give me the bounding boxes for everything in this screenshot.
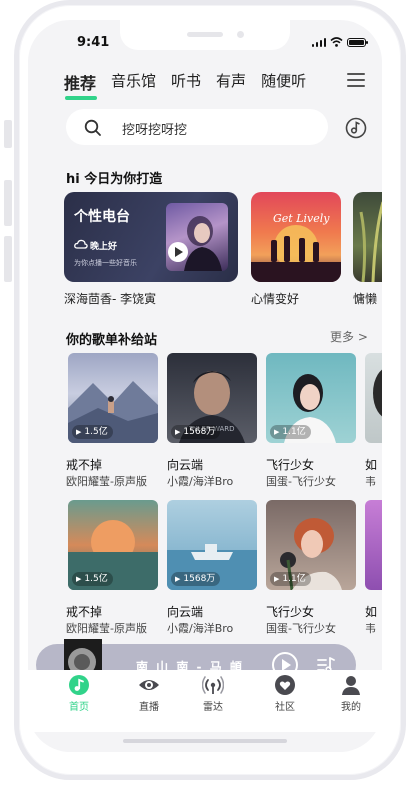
- tabs-fade: [318, 70, 338, 94]
- play-count-badge: 1.5亿: [72, 572, 113, 586]
- playlist-cover[interactable]: [365, 500, 382, 590]
- lazy-cover-image: [359, 201, 382, 282]
- tab-random[interactable]: 随便听: [261, 70, 306, 104]
- nav-label: 雷达: [203, 702, 223, 713]
- radar-icon: [202, 676, 224, 694]
- nav-label: 我的: [341, 702, 361, 713]
- radio-title: 个性电台: [74, 209, 130, 225]
- status-bar: 9:41: [28, 20, 382, 64]
- menu-icon[interactable]: [347, 73, 365, 89]
- heart-icon: [275, 675, 295, 695]
- playlist-cover[interactable]: 1.1亿: [266, 500, 356, 590]
- bottom-nav: 首页 直播 雷达 社区 我的: [28, 670, 382, 732]
- tab-music-hall[interactable]: 音乐馆: [111, 70, 156, 104]
- tab-audiobooks[interactable]: 听书: [171, 70, 201, 104]
- radio-greeting: 晚上好: [90, 242, 118, 252]
- song-title[interactable]: 向云端: [167, 603, 203, 620]
- nav-item-radar[interactable]: 雷达: [188, 674, 238, 713]
- search-input[interactable]: 挖呀挖呀挖: [122, 119, 187, 138]
- playlist-cover[interactable]: 1.5亿: [68, 353, 158, 443]
- daily-card-lazy[interactable]: [353, 192, 382, 282]
- nav-item-live[interactable]: 直播: [124, 674, 174, 713]
- song-artist: 韦: [365, 475, 376, 488]
- phone-side-button: [4, 236, 12, 282]
- daily-card-mood[interactable]: Get Lively: [251, 192, 341, 282]
- more-playlists-link[interactable]: 更多 >: [330, 328, 368, 345]
- play-count-badge: 1.1亿: [270, 572, 311, 586]
- nav-item-home[interactable]: 首页: [54, 674, 104, 713]
- home-indicator: [123, 739, 287, 743]
- section-title-daily: hi 今日为你打造: [66, 172, 163, 187]
- song-artist: 小霞/海洋Bro: [167, 475, 234, 488]
- song-title[interactable]: 如: [365, 456, 377, 473]
- song-artist: 国蛋-飞行少女: [266, 475, 336, 488]
- song-title[interactable]: 飞行少女: [266, 603, 314, 620]
- playlist-cover[interactable]: 1.1亿: [266, 353, 356, 443]
- battery-icon: [347, 38, 368, 47]
- daily-card-caption: 心情变好: [251, 292, 300, 306]
- top-tabs: 推荐 音乐馆 听书 有声 随便听: [64, 70, 321, 104]
- nav-item-community[interactable]: 社区: [260, 674, 310, 713]
- radio-play-button[interactable]: [168, 242, 188, 262]
- song-title[interactable]: 如: [365, 603, 377, 620]
- music-note-icon: [69, 675, 89, 695]
- svg-text:Get Lively: Get Lively: [273, 212, 330, 225]
- camera-dot: [237, 31, 244, 38]
- play-count-badge: 1.5亿: [72, 425, 113, 439]
- song-title[interactable]: 向云端: [167, 456, 203, 473]
- playlist-cover[interactable]: [365, 353, 382, 443]
- song-title[interactable]: 飞行少女: [266, 456, 314, 473]
- active-tab-indicator: [65, 96, 97, 100]
- nav-label: 直播: [139, 702, 159, 713]
- personal-radio-card[interactable]: 个性电台 晚上好 为你点播一些好音乐: [64, 192, 238, 282]
- nav-label: 首页: [69, 702, 89, 713]
- section-title-playlists: 你的歌单补给站: [66, 333, 158, 348]
- signal-icon: [311, 38, 326, 47]
- cloud-icon: [74, 239, 88, 249]
- playlist-cover[interactable]: 1568万: [167, 500, 257, 590]
- mood-cover-image: Get Lively: [251, 212, 341, 282]
- song-title[interactable]: 戒不掉: [66, 456, 102, 473]
- eye-icon: [139, 680, 159, 690]
- song-title[interactable]: 戒不掉: [66, 603, 102, 620]
- song-artist: 国蛋-飞行少女: [266, 622, 336, 635]
- tab-audio[interactable]: 有声: [216, 70, 246, 104]
- song-artist: 欧阳耀莹-原声版: [66, 475, 147, 488]
- song-artist: 欧阳耀莹-原声版: [66, 622, 147, 635]
- playlist-cover-image: [373, 369, 382, 417]
- daily-card-caption: 慵懒: [353, 292, 378, 306]
- song-artist: 韦: [365, 622, 376, 635]
- app-screen: 9:41 推荐 音乐馆 听书 有声 随便听 挖呀挖呀挖 hi 今日为你打造 个性…: [28, 20, 382, 752]
- search-icon: [84, 119, 101, 136]
- radio-subtitle: 为你点播一些好音乐: [74, 259, 137, 267]
- nav-item-profile[interactable]: 我的: [326, 674, 376, 713]
- play-count-badge: 1568万: [171, 572, 221, 586]
- song-artist: 小霞/海洋Bro: [167, 622, 234, 635]
- wifi-icon: [330, 37, 343, 47]
- playlist-cover[interactable]: TYLER WARD 1568万: [167, 353, 257, 443]
- notch: [120, 20, 290, 50]
- playlist-cover[interactable]: 1.5亿: [68, 500, 158, 590]
- phone-side-button: [4, 180, 12, 226]
- play-count-badge: 1.1亿: [270, 425, 311, 439]
- status-icons: [311, 37, 368, 47]
- speaker-grille: [187, 32, 223, 37]
- nav-label: 社区: [275, 702, 295, 713]
- music-recognition-icon[interactable]: [345, 117, 367, 139]
- user-icon: [342, 676, 360, 695]
- phone-side-button: [4, 120, 12, 148]
- daily-card-caption: 深海茴香- 李饶寅: [64, 292, 157, 306]
- search-bar[interactable]: 挖呀挖呀挖: [66, 109, 328, 145]
- play-count-badge: 1568万: [171, 425, 221, 439]
- status-time: 9:41: [77, 35, 110, 50]
